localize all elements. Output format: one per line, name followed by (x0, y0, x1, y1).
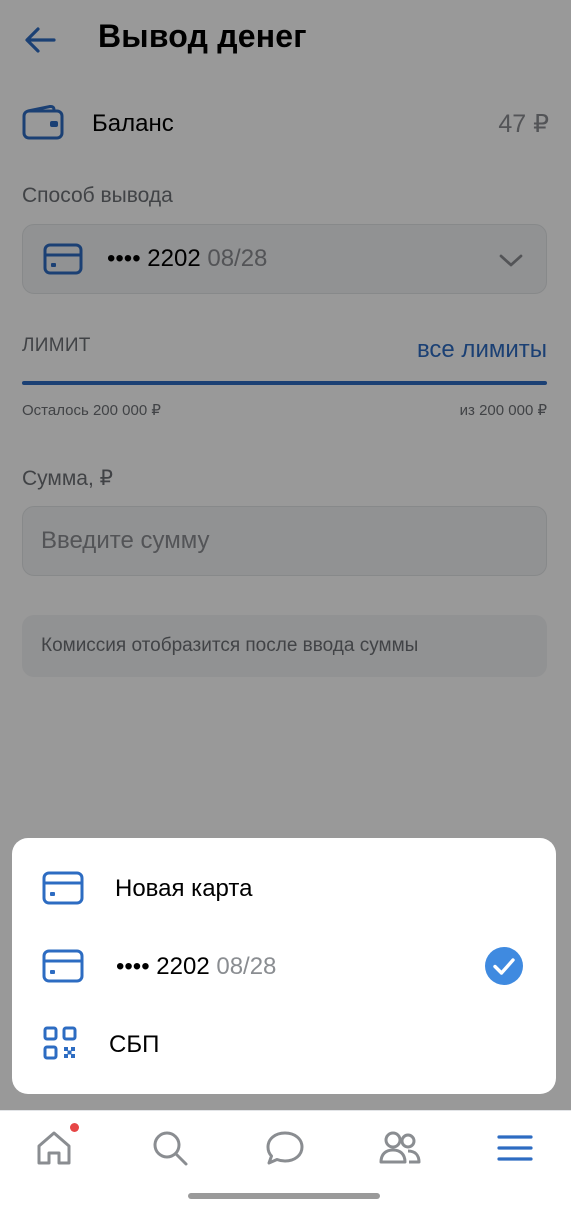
tab-home[interactable] (31, 1125, 77, 1171)
sheet-item-label: Новая карта (115, 875, 253, 902)
tab-search[interactable] (147, 1125, 193, 1171)
card-expiry: 08/28 (216, 953, 277, 980)
sheet-item-new-card[interactable]: Новая карта (12, 850, 556, 926)
notification-badge (70, 1123, 79, 1132)
tab-friends[interactable] (377, 1125, 423, 1171)
sheet-item-label: СБП (109, 1031, 160, 1058)
search-icon (153, 1131, 188, 1166)
home-indicator (188, 1193, 380, 1199)
card-icon (42, 871, 84, 905)
withdrawal-method-sheet: Новая карта •••• 2202 08/28 СБП (12, 838, 556, 1094)
users-icon (379, 1131, 421, 1164)
chat-icon (266, 1131, 304, 1165)
home-icon (37, 1131, 71, 1165)
sheet-item-label: •••• 2202 08/28 (116, 953, 276, 981)
tab-menu[interactable] (492, 1125, 538, 1171)
sheet-item-sbp[interactable]: СБП (12, 1006, 556, 1082)
sheet-item-card-2202[interactable]: •••• 2202 08/28 (12, 928, 556, 1004)
qr-code-icon (43, 1026, 77, 1060)
menu-icon (497, 1135, 533, 1161)
bottom-navigation (0, 1110, 571, 1205)
checkmark-icon (485, 947, 523, 985)
card-mask: •••• 2202 (116, 953, 210, 980)
tab-messages[interactable] (262, 1125, 308, 1171)
card-icon (42, 949, 84, 983)
